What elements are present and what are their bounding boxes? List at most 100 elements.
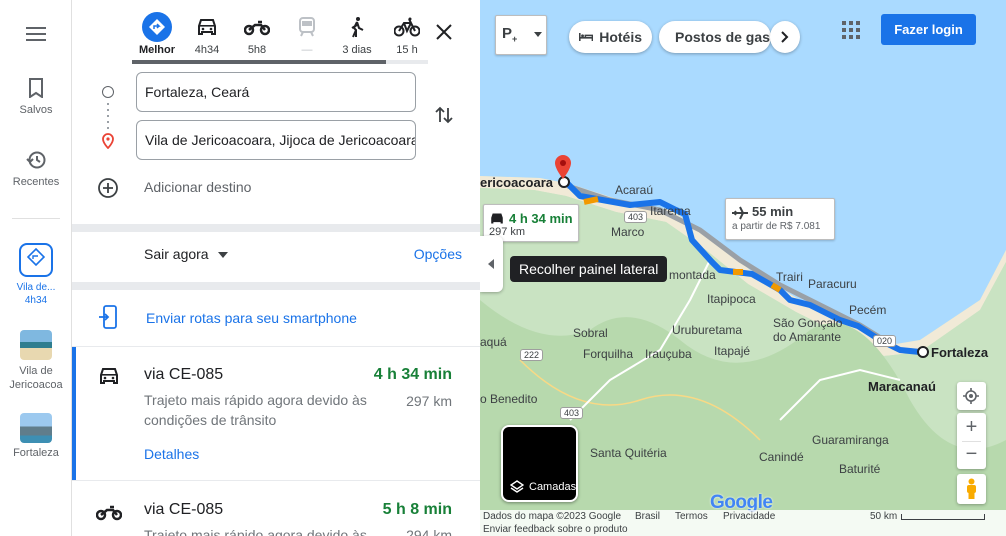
terms-link[interactable]: Termos <box>675 511 708 522</box>
route-description: Trajeto mais rápido agora devido às cond… <box>144 392 367 428</box>
send-to-phone-icon <box>99 305 117 329</box>
route-via: via CE-085 <box>144 366 224 383</box>
collapse-tooltip: Recolher painel lateral <box>510 256 668 282</box>
menu-button[interactable] <box>0 26 72 48</box>
add-destination-button[interactable]: Adicionar destino <box>144 179 251 195</box>
map-canvas[interactable]: P+ Hotéis Postos de gas Fazer login eric… <box>480 0 1006 536</box>
pegman-icon <box>967 478 976 499</box>
road-label-403: 403 <box>624 211 648 223</box>
place-itapaje[interactable]: Itapajé <box>714 344 750 358</box>
mode-bike-label: 15 h <box>396 44 418 56</box>
leave-now-dropdown[interactable]: Sair agora <box>144 246 229 262</box>
place-caninde[interactable]: Canindé <box>759 450 804 464</box>
recent-item-fortaleza[interactable]: Fortaleza <box>0 413 72 459</box>
place-marco[interactable]: Marco <box>611 225 644 239</box>
route-directions-icon <box>19 243 53 277</box>
route-connector <box>107 103 109 131</box>
airplane-icon <box>732 206 748 220</box>
place-sobral[interactable]: Sobral <box>573 326 608 340</box>
route-via: via CE-085 <box>144 501 224 518</box>
mode-moto[interactable]: 5h8 <box>232 10 282 62</box>
close-icon[interactable] <box>432 20 456 44</box>
layers-icon <box>510 480 524 493</box>
zoom-in-button[interactable]: + <box>957 413 986 441</box>
place-paracuru[interactable]: Paracuru <box>808 277 857 291</box>
place-jericoacoara[interactable]: ericoacoara <box>480 175 553 190</box>
origin-input[interactable]: Fortaleza, Ceará <box>136 72 416 112</box>
chevron-left-icon <box>488 259 494 269</box>
route-distance: 297 km <box>406 393 452 409</box>
place-benedito[interactable]: o Benedito <box>480 392 537 406</box>
my-location-button[interactable] <box>957 382 986 410</box>
leave-now-label: Sair agora <box>144 246 209 262</box>
saved-button[interactable]: Salvos <box>0 78 72 116</box>
flight-price: a partir de R$ 7.081 <box>732 221 821 232</box>
destination-marker-icon <box>555 155 571 179</box>
place-baturite[interactable]: Baturité <box>839 462 880 476</box>
collapse-panel-button[interactable] <box>480 236 503 292</box>
place-trairi[interactable]: Trairi <box>776 270 803 284</box>
layers-label: Camadas <box>529 481 577 493</box>
route-description: Trajeto mais rápido agora devido às <box>144 527 367 536</box>
options-button[interactable]: Opções <box>414 246 462 262</box>
place-forquilha[interactable]: Forquilha <box>583 347 633 361</box>
place-maracanau[interactable]: Maracanaú <box>868 379 936 394</box>
place-santa-quiteria[interactable]: Santa Quitéria <box>590 446 667 460</box>
hotels-chip[interactable]: Hotéis <box>569 21 652 53</box>
route-option-1[interactable]: via CE-085 4 h 34 min Trajeto mais rápid… <box>72 347 476 480</box>
mode-walk[interactable]: 3 dias <box>332 10 382 62</box>
zoom-out-button[interactable]: − <box>957 441 986 469</box>
country-link[interactable]: Brasil <box>635 511 660 522</box>
recent-button[interactable]: Recentes <box>0 150 72 188</box>
history-icon <box>26 151 46 169</box>
travel-modes: Melhor 4h34 5h8 — 3 dias 15 h <box>132 10 432 62</box>
place-iraucuba[interactable]: Irauçuba <box>645 347 692 361</box>
layers-button[interactable]: Camadas <box>501 425 578 502</box>
route-time: 5 h 8 min <box>382 501 452 518</box>
dropdown-arrow-icon <box>218 252 229 259</box>
place-acarau[interactable]: Acaraú <box>615 183 653 197</box>
apps-grid-icon[interactable] <box>842 21 860 39</box>
mode-bike[interactable]: 15 h <box>382 10 432 62</box>
mode-car-label: 4h34 <box>194 44 220 56</box>
left-rail: Salvos Recentes Vila de... 4h34 Vila de Je… <box>0 0 72 536</box>
destination-input[interactable]: Vila de Jericoacoara, Jijoca de Jericoac… <box>136 120 416 160</box>
train-icon <box>299 17 315 37</box>
place-sao-goncalo[interactable]: São Gonçalo do Amarante <box>773 316 842 344</box>
flight-duration: 55 min <box>752 204 794 219</box>
bookmark-icon <box>29 78 43 98</box>
send-to-phone-link[interactable]: Enviar rotas para seu smartphone <box>146 310 357 326</box>
mode-walk-label: 3 dias <box>342 44 372 56</box>
place-uruburetama[interactable]: Uruburetama <box>672 323 742 337</box>
best-route-icon <box>142 12 172 42</box>
parking-layer-button[interactable]: P+ <box>495 15 547 55</box>
mode-best[interactable]: Melhor <box>132 10 182 62</box>
feedback-link[interactable]: Enviar feedback sobre o produto <box>483 524 628 535</box>
beach-thumbnail <box>20 330 52 360</box>
route-option-2[interactable]: via CE-085 5 h 8 min Trajeto mais rápido… <box>72 481 476 536</box>
street-view-pegman[interactable] <box>957 474 986 504</box>
place-itarema[interactable]: Itarema <box>650 204 691 218</box>
login-button[interactable]: Fazer login <box>881 14 976 45</box>
add-destination-icon[interactable] <box>97 177 119 199</box>
flight-duration-box[interactable]: 55 min a partir de R$ 7.081 <box>725 198 835 240</box>
place-itapipoca[interactable]: Itapipoca <box>707 292 756 306</box>
scale-label[interactable]: 50 km <box>870 511 897 522</box>
place-pecem[interactable]: Pecém <box>849 303 886 317</box>
route-details-link[interactable]: Detalhes <box>144 446 199 462</box>
place-fortaleza[interactable]: Fortaleza <box>931 345 988 360</box>
place-aqua[interactable]: aquá <box>480 335 507 349</box>
place-amontada[interactable]: montada <box>669 268 716 282</box>
recent-item-jericoacoara-label: Vila de Jericoacoa <box>9 365 63 391</box>
place-guaramiranga[interactable]: Guaramiranga <box>812 433 889 447</box>
swap-icon[interactable] <box>433 104 455 126</box>
gas-stations-chip[interactable]: Postos de gas <box>659 21 771 53</box>
mode-transit[interactable]: — <box>282 10 332 62</box>
recent-item-jericoacoara[interactable]: Vila de Jericoacoa <box>0 330 72 392</box>
mode-car[interactable]: 4h34 <box>182 10 232 62</box>
walking-icon <box>351 17 364 38</box>
privacy-link[interactable]: Privacidade <box>723 511 775 522</box>
recent-item-route[interactable]: Vila de... 4h34 <box>0 243 72 307</box>
chips-next-button[interactable] <box>770 21 800 53</box>
mode-transit-label: — <box>301 44 313 56</box>
